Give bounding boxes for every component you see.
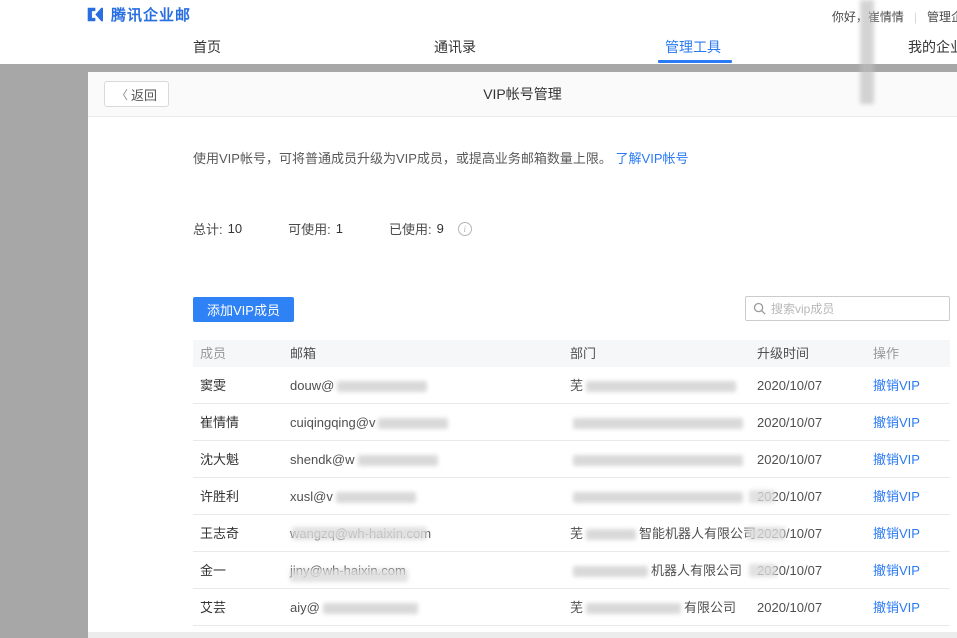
member-name: 许胜利 — [200, 478, 300, 515]
member-email: douw@ — [290, 367, 560, 404]
chevron-left-icon: 〈 — [116, 86, 128, 103]
member-email: wangzq@wh-haixin.com — [290, 515, 560, 552]
upgrade-time: 2020/10/07 — [757, 478, 867, 515]
info-icon[interactable]: i — [458, 222, 472, 236]
column-header-dept: 部门 — [570, 340, 760, 367]
member-dept — [570, 441, 760, 478]
vip-members-table: 成员 邮箱 部门 升级时间 操作 窦雯 douw@ 芜 2020/10/07 撤… — [193, 340, 950, 626]
table-row: 沈大魁 shendk@w 2020/10/07 撤销VIP — [193, 441, 950, 478]
redaction-blur — [378, 418, 448, 429]
stat-total: 总计: 10 — [193, 219, 242, 238]
upgrade-time: 2020/10/07 — [757, 589, 867, 626]
redaction-blur — [586, 529, 636, 540]
redaction-blur — [290, 569, 408, 582]
table-row: 崔情情 cuiqingqing@v 2020/10/07 撤销VIP — [193, 404, 950, 441]
member-name: 沈大魁 — [200, 441, 300, 478]
member-dept: 芜 — [570, 367, 760, 404]
table-row: 许胜利 xusl@v 2020/10/07 撤销VIP — [193, 478, 950, 515]
table-row: 艾芸 aiy@ 芜有限公司 2020/10/07 撤销VIP — [193, 589, 950, 626]
description-body: 使用VIP帐号，可将普通成员升级为VIP成员，或提高业务邮箱数量上限。 — [193, 151, 612, 166]
redaction-blur — [358, 455, 438, 466]
upgrade-time: 2020/10/07 — [757, 552, 867, 589]
member-dept — [570, 478, 760, 515]
table-header-row: 成员 邮箱 部门 升级时间 操作 — [193, 340, 950, 367]
member-dept: 机器人有限公司 — [570, 552, 760, 589]
member-email: jiny@wh-haixin.com — [290, 552, 560, 589]
member-dept: 芜智能机器人有限公司 — [570, 515, 760, 552]
column-header-action: 操作 — [873, 340, 948, 367]
redaction-blur — [749, 564, 777, 577]
divider: | — [914, 10, 917, 24]
tab-contacts[interactable]: 通讯录 — [434, 37, 476, 57]
upgrade-time: 2020/10/07 — [757, 367, 867, 404]
revoke-vip-link[interactable]: 撤销VIP — [873, 404, 948, 441]
bottom-edge-strip — [88, 632, 957, 638]
search-input[interactable] — [771, 302, 942, 316]
upgrade-time: 2020/10/07 — [757, 404, 867, 441]
vip-management-panel: VIP帐号管理 〈 返回 使用VIP帐号，可将普通成员升级为VIP成员，或提高业… — [88, 72, 957, 632]
member-name: 艾芸 — [200, 589, 300, 626]
redaction-blur — [586, 381, 736, 392]
member-name: 窦雯 — [200, 367, 300, 404]
logo[interactable]: 腾讯企业邮 — [84, 4, 191, 25]
revoke-vip-link[interactable]: 撤销VIP — [873, 515, 948, 552]
member-email: shendk@w — [290, 441, 560, 478]
redaction-blur — [337, 381, 427, 392]
member-email: aiy@ — [290, 589, 560, 626]
revoke-vip-link[interactable]: 撤销VIP — [873, 367, 948, 404]
tab-home[interactable]: 首页 — [193, 37, 221, 57]
tab-admin-tools[interactable]: 管理工具 — [665, 37, 721, 57]
redaction-blur — [860, 0, 874, 104]
redaction-blur — [747, 527, 785, 540]
member-name: 金一 — [200, 552, 300, 589]
member-email: cuiqingqing@v — [290, 404, 560, 441]
column-header-member: 成员 — [200, 340, 300, 367]
column-header-time: 升级时间 — [757, 340, 867, 367]
redaction-blur — [573, 492, 743, 503]
column-header-email: 邮箱 — [290, 340, 560, 367]
redaction-blur — [586, 603, 681, 614]
table-row: 王志奇 wangzq@wh-haixin.com 芜智能机器人有限公司 2020… — [193, 515, 950, 552]
stat-used: 已使用: 9 — [389, 219, 444, 238]
redaction-blur — [573, 455, 743, 466]
admin-link[interactable]: 管理企 — [927, 8, 957, 25]
member-dept — [570, 404, 760, 441]
page-title: VIP帐号管理 — [88, 72, 957, 117]
learn-more-link[interactable]: 了解VIP帐号 — [616, 151, 689, 166]
redaction-blur — [573, 566, 648, 577]
stat-available: 可使用: 1 — [288, 219, 343, 238]
table-row: 窦雯 douw@ 芜 2020/10/07 撤销VIP — [193, 367, 950, 404]
upgrade-time: 2020/10/07 — [757, 441, 867, 478]
exmail-logo-icon — [84, 6, 105, 23]
member-dept: 芜有限公司 — [570, 589, 760, 626]
description-text: 使用VIP帐号，可将普通成员升级为VIP成员，或提高业务邮箱数量上限。 了解VI… — [193, 148, 689, 167]
search-box[interactable] — [745, 296, 950, 321]
tab-my-company[interactable]: 我的企业 — [908, 37, 957, 57]
logo-text: 腾讯企业邮 — [111, 4, 191, 25]
redaction-blur — [323, 603, 418, 614]
upgrade-time: 2020/10/07 — [757, 515, 867, 552]
quota-stats: 总计: 10 可使用: 1 已使用: 9 i — [193, 219, 472, 238]
revoke-vip-link[interactable]: 撤销VIP — [873, 552, 948, 589]
revoke-vip-link[interactable]: 撤销VIP — [873, 589, 948, 626]
table-row: 金一 jiny@wh-haixin.com 机器人有限公司 2020/10/07… — [193, 552, 950, 589]
active-tab-underline — [658, 60, 732, 63]
revoke-vip-link[interactable]: 撤销VIP — [873, 441, 948, 478]
panel-header: VIP帐号管理 〈 返回 — [88, 72, 957, 117]
back-button[interactable]: 〈 返回 — [104, 81, 169, 107]
redaction-blur — [573, 418, 743, 429]
redaction-blur — [336, 492, 416, 503]
member-name: 王志奇 — [200, 515, 300, 552]
member-name: 崔情情 — [200, 404, 300, 441]
redaction-blur — [292, 527, 427, 540]
back-button-label: 返回 — [131, 85, 157, 104]
top-header-bar: 腾讯企业邮 你好，崔情情 | 管理企 — [0, 0, 957, 30]
search-icon — [753, 302, 766, 315]
redaction-blur — [749, 490, 775, 503]
member-email: xusl@v — [290, 478, 560, 515]
main-nav-bar: 首页 通讯录 管理工具 我的企业 — [0, 30, 957, 64]
revoke-vip-link[interactable]: 撤销VIP — [873, 478, 948, 515]
add-vip-member-button[interactable]: 添加VIP成员 — [193, 297, 294, 322]
